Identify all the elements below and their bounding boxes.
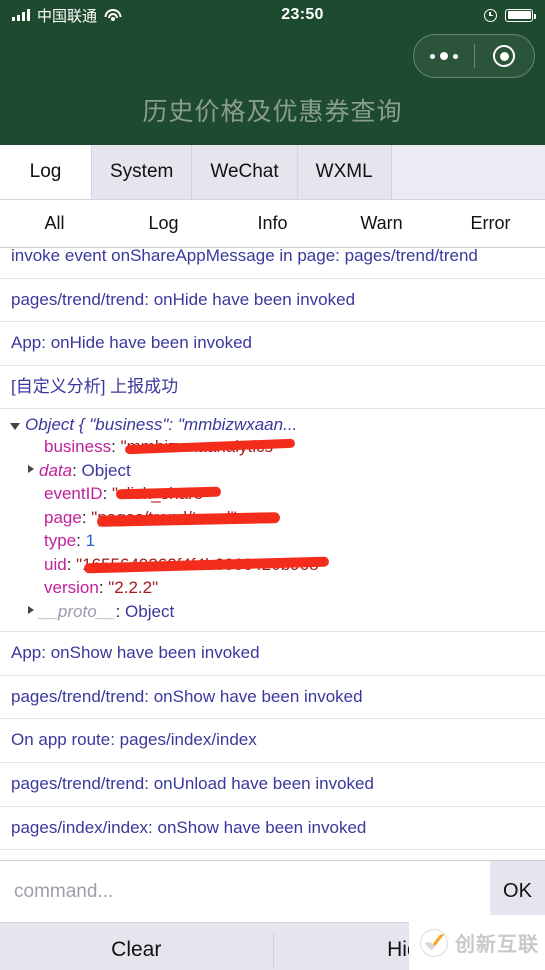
- object-inspector-header[interactable]: Object { "business": "mmbizwxaan...: [8, 415, 537, 435]
- tab-wxml-label: WXML: [315, 161, 373, 182]
- property-row-uid[interactable]: uid: "1655649262f4f4b6666420b968": [20, 553, 537, 576]
- command-input[interactable]: [0, 861, 490, 922]
- property-value-wrap: "mmbizwxaanalytics": [120, 435, 295, 458]
- log-row[interactable]: pages/trend/trend: onShow have been invo…: [0, 675, 545, 720]
- status-bar: 中国联通 23:50: [0, 0, 545, 30]
- property-name: business: [44, 437, 112, 457]
- status-bar-clock: 23:50: [281, 6, 324, 23]
- chevron-right-icon[interactable]: [28, 464, 34, 473]
- property-value: "mmbizwxaanalytics": [120, 437, 280, 457]
- object-summary: Object { "business": "mmbizwxaan...: [25, 415, 298, 435]
- battery-full-icon: [505, 8, 536, 22]
- filter-info-label: Info: [257, 213, 288, 233]
- property-value: "2.2.2": [108, 578, 159, 598]
- property-row-business[interactable]: business: "mmbizwxaanalytics": [20, 435, 537, 458]
- property-value-wrap: "pages/trend/trend": [91, 506, 281, 529]
- app-header: 中国联通 23:50 历史价格及优惠券查询: [0, 0, 545, 145]
- log-row[interactable]: App: onHide have been invoked: [0, 322, 545, 366]
- miniprogram-capsule[interactable]: [413, 34, 535, 78]
- clear-button-label: Clear: [111, 938, 162, 961]
- object-inspector[interactable]: Object { "business": "mmbizwxaan... busi…: [0, 409, 545, 633]
- chevron-down-icon[interactable]: [10, 423, 20, 431]
- status-bar-right: [484, 8, 536, 22]
- log-row[interactable]: pages/index/index: onShow have been invo…: [0, 806, 545, 851]
- filter-warn[interactable]: Warn: [327, 200, 436, 247]
- tab-log-label: Log: [29, 161, 62, 182]
- object-property-list: business: "mmbizwxaanalytics" data: Obje…: [8, 435, 537, 623]
- alarm-clock-icon: [484, 8, 497, 22]
- signal-bars-icon: [12, 9, 30, 21]
- log-output-list[interactable]: invoke event onShareAppMessage in page: …: [0, 248, 545, 860]
- command-ok-button[interactable]: OK: [490, 861, 545, 922]
- property-row-version[interactable]: version: "2.2.2": [20, 576, 537, 599]
- tabs-filler: [391, 145, 545, 199]
- property-value: Object: [81, 460, 131, 480]
- property-row-data[interactable]: data: Object: [20, 459, 537, 482]
- page-title: 历史价格及优惠券查询: [142, 98, 403, 126]
- clear-button[interactable]: Clear: [0, 923, 273, 970]
- property-name: eventID: [44, 484, 103, 504]
- property-value: "click_share": [112, 484, 210, 504]
- property-row-proto[interactable]: __proto__: Object: [20, 600, 537, 623]
- carrier-label: 中国联通: [37, 7, 98, 25]
- property-value: "1655649262f4f4b6666420b968": [76, 554, 325, 574]
- property-row-page[interactable]: page: "pages/trend/trend": [20, 506, 537, 529]
- tab-system-label: System: [110, 161, 174, 182]
- console-panel-tabs: Log System WeChat WXML: [0, 145, 545, 200]
- filter-error[interactable]: Error: [436, 200, 545, 247]
- log-row[interactable]: pages/trend/trend: onHide have been invo…: [0, 278, 545, 323]
- tab-log[interactable]: Log: [0, 145, 92, 199]
- log-level-filters: All Log Info Warn Error: [0, 200, 545, 248]
- property-name: data: [39, 460, 73, 480]
- console-screen: 中国联通 23:50 历史价格及优惠券查询 Log System WeChat …: [0, 0, 545, 970]
- property-row-eventid[interactable]: eventID: "click_share": [20, 482, 537, 505]
- property-value: Object: [125, 601, 175, 621]
- status-bar-left: 中国联通: [12, 5, 122, 26]
- filter-all[interactable]: All: [0, 200, 109, 247]
- property-name: type: [44, 531, 77, 551]
- property-value-wrap: "click_share": [112, 482, 222, 505]
- filter-warn-label: Warn: [360, 213, 403, 233]
- property-value: 1: [85, 531, 96, 551]
- property-row-type[interactable]: type: 1: [20, 529, 537, 552]
- filter-log[interactable]: Log: [109, 200, 218, 247]
- log-row[interactable]: App: onShow have been invoked: [0, 632, 545, 676]
- tab-wxml[interactable]: WXML: [297, 145, 392, 199]
- filter-info[interactable]: Info: [218, 200, 327, 247]
- tab-wechat-label: WeChat: [210, 161, 279, 182]
- chevron-right-icon[interactable]: [28, 605, 34, 614]
- target-circle-icon[interactable]: [475, 45, 535, 67]
- property-value-wrap: "1655649262f4f4b6666420b968": [76, 553, 330, 576]
- property-name: __proto__: [39, 601, 116, 621]
- watermark-label: 创新互联: [455, 934, 539, 956]
- filter-error-label: Error: [470, 213, 511, 233]
- watermark-overlay: 创新互联: [409, 915, 545, 970]
- tab-wechat[interactable]: WeChat: [192, 145, 298, 199]
- property-name: page: [44, 507, 82, 527]
- command-bar: OK: [0, 860, 545, 922]
- command-ok-label: OK: [503, 880, 532, 902]
- property-value: "pages/trend/trend": [91, 507, 237, 527]
- log-row[interactable]: invoke event onShareAppMessage in page: …: [0, 248, 545, 279]
- property-name: uid: [44, 554, 67, 574]
- property-name: version: [44, 578, 99, 598]
- swoosh-check-logo-icon: [419, 928, 449, 957]
- log-row[interactable]: pages/trend/trend: onUnload have been in…: [0, 762, 545, 807]
- filter-all-label: All: [44, 213, 65, 233]
- log-row[interactable]: On app route: pages/index/index: [0, 719, 545, 763]
- more-dots-icon[interactable]: [414, 52, 474, 60]
- tab-system[interactable]: System: [92, 145, 193, 199]
- log-row[interactable]: [自定义分析] 上报成功: [0, 365, 545, 410]
- wifi-icon: [104, 9, 122, 21]
- filter-log-label: Log: [148, 213, 179, 233]
